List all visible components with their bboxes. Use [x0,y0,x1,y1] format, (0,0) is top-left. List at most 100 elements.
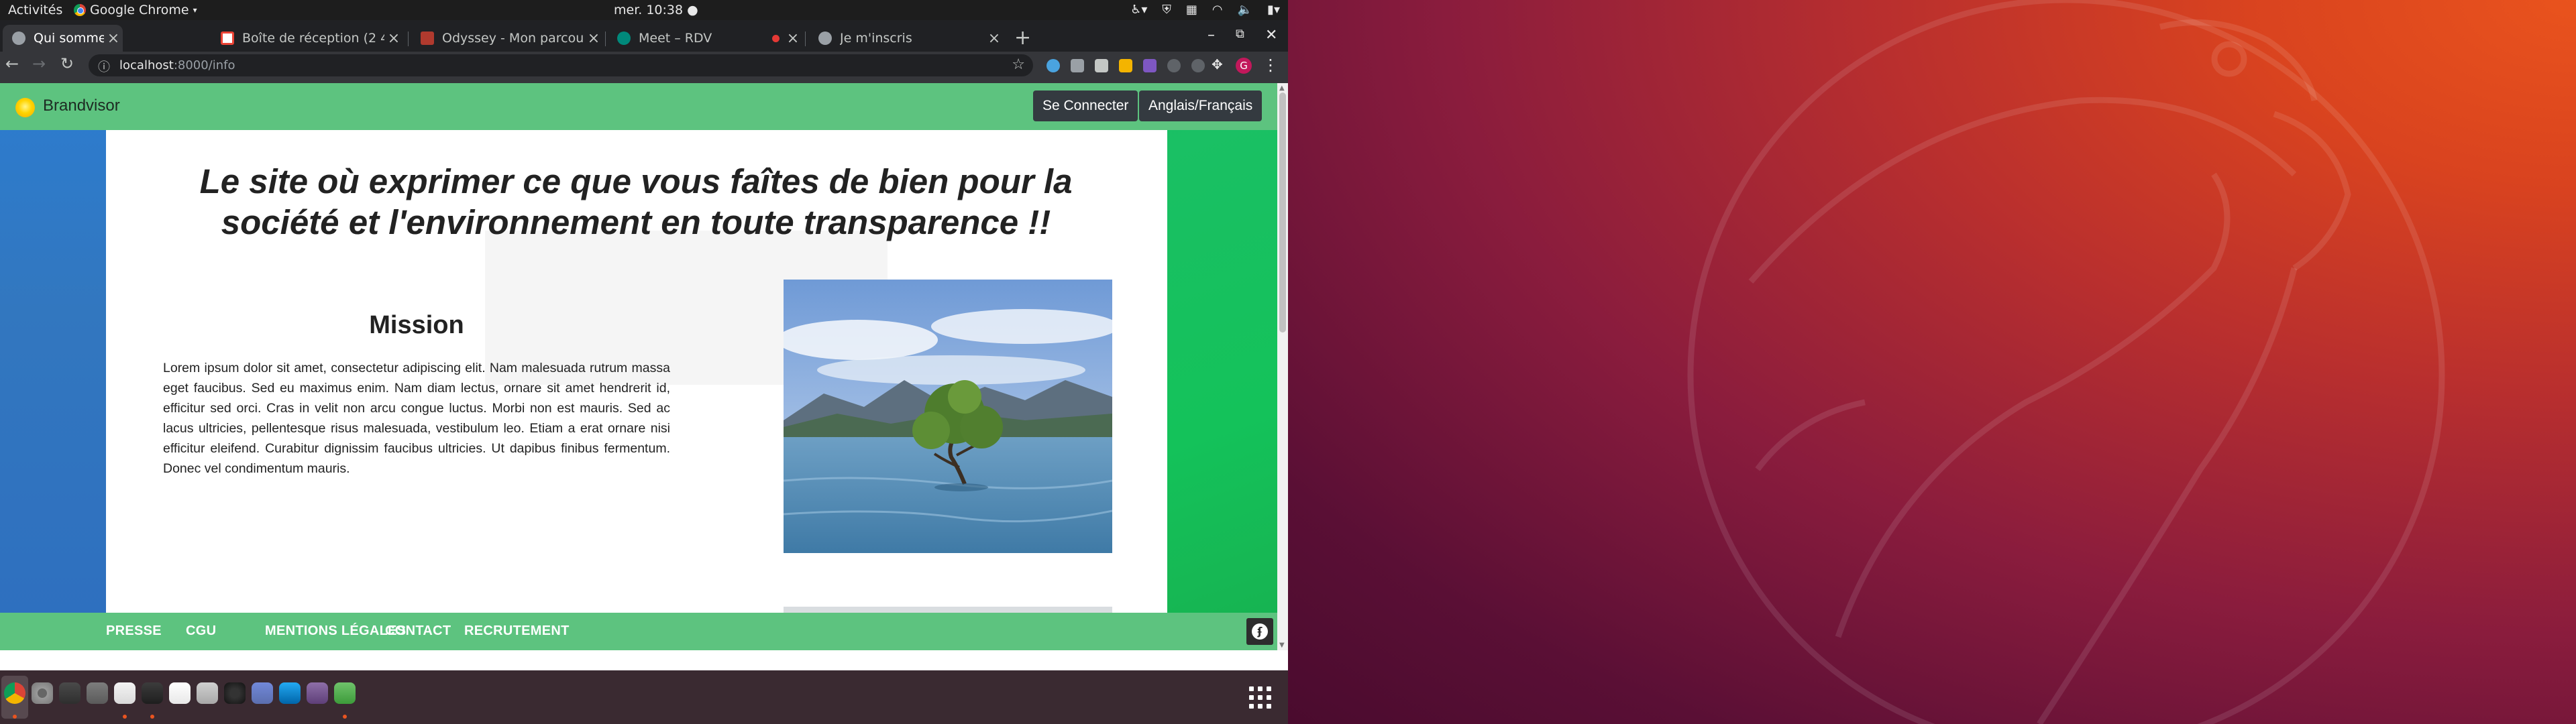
tab-meet[interactable]: Meet – RDV × [608,25,802,52]
app-menu-label: Google Chrome [90,3,189,17]
grid-dot [1249,686,1254,691]
forward-icon[interactable]: → [32,54,46,73]
scroll-down-icon[interactable]: ▼ [1279,642,1285,649]
dock-item[interactable] [304,676,331,719]
footer-link-recrutement[interactable]: RECRUTEMENT [464,623,570,639]
lake-tree-photo [784,280,1112,553]
spreadsheet-icon [334,682,356,704]
scrollbar-thumb[interactable] [1279,93,1286,333]
screenshot-icon [197,682,218,704]
tab-separator [805,32,806,46]
tab-inscription[interactable]: Je m'inscris × [809,25,1004,52]
extension-icon[interactable] [1191,59,1205,72]
paint-icon [224,682,246,704]
grid-icon[interactable]: ▦ [1186,3,1197,17]
tab-qui-sommes-nous[interactable]: Qui sommes-nous? × [3,25,123,52]
dock-item[interactable] [29,676,56,719]
profile-avatar[interactable]: G [1236,58,1252,74]
extension-icon[interactable] [1167,59,1181,72]
vscode-icon [279,682,301,704]
minimize-icon[interactable]: – [1208,27,1215,44]
back-icon[interactable]: ← [5,54,19,73]
calculator-icon [59,682,80,704]
clock[interactable]: mer. 10:38 ● [614,3,698,17]
dock-item[interactable] [194,676,221,719]
chevron-down-icon: ▾ [193,5,197,15]
running-indicator [343,715,347,719]
chrome-icon [74,4,86,16]
desktop-wallpaper [1288,0,2576,724]
shield-icon[interactable]: ⛨ [1162,3,1171,17]
dock-item[interactable] [139,676,166,719]
ubuntu-mascot-outline [1687,0,2445,724]
info-icon[interactable]: ⓘ [98,58,110,75]
close-tab-icon[interactable]: × [584,30,603,47]
symfony-toolbar-icon[interactable]: ʄ [1246,618,1273,645]
tab-odyssey[interactable]: Odyssey - Mon parcours × [411,25,603,52]
show-applications-icon[interactable] [1246,684,1273,711]
close-tab-icon[interactable]: × [784,30,802,47]
scroll-up-icon[interactable]: ▲ [1279,84,1285,92]
volume-icon[interactable]: 🔈 [1238,3,1252,17]
files-icon [87,682,108,704]
bookmark-star-icon[interactable]: ☆ [1012,56,1025,73]
dock-item[interactable] [249,676,276,719]
grid-dot [1267,704,1271,709]
tab-inbox[interactable]: Boîte de réception (2 484) × [211,25,403,52]
accessibility-icon[interactable]: ♿▾ [1130,3,1147,17]
menu-kebab-icon[interactable]: ⋮ [1263,56,1279,74]
grid-dot [1249,695,1254,700]
address-bar[interactable]: ⓘ localhost:8000/info ☆ [89,54,1033,76]
discord-icon [252,682,273,704]
battery-icon[interactable]: ▮▾ [1267,3,1280,17]
site-footer: PRESSE CGU MENTIONS LÉGALES CONTACT RECR… [0,613,1277,650]
meet-icon [617,32,631,45]
app-menu[interactable]: Google Chrome ▾ [74,3,197,17]
terminal-icon [142,682,163,704]
dock-item[interactable] [331,676,358,719]
browser-toolbar: ← → ↻ ⓘ localhost:8000/info ☆ ✥ G ⋮ [0,52,1288,78]
new-tab-button[interactable]: + [1014,26,1031,50]
footer-link-cgu[interactable]: CGU [186,623,216,639]
close-tab-icon[interactable]: × [384,30,403,47]
footer-link-presse[interactable]: PRESSE [106,623,162,639]
running-indicator [13,715,17,719]
wifi-icon[interactable]: ◠ [1212,3,1223,17]
sun-logo-icon[interactable] [15,98,35,117]
grid-dot [1267,686,1271,691]
puzzle-icon[interactable]: ✥ [1212,56,1225,72]
grid-dot [1258,686,1263,691]
language-button[interactable]: Anglais/Français [1139,90,1263,121]
dock-item[interactable] [1,676,28,719]
extension-icon[interactable] [1071,59,1084,72]
footer-link-contact[interactable]: CONTACT [385,623,451,639]
dock-item[interactable] [221,676,248,719]
text-editor-icon [114,682,136,704]
restore-icon[interactable]: ⧉ [1236,27,1244,41]
grid-dot [1267,695,1271,700]
dock-item[interactable] [276,676,303,719]
extension-icon[interactable] [1119,59,1132,72]
dock-item[interactable] [56,676,83,719]
ubuntu-dock [0,670,1288,724]
close-window-icon[interactable]: ✕ [1265,27,1277,44]
dock-item[interactable] [84,676,111,719]
activities-button[interactable]: Activités [8,3,62,17]
site-navbar: Brandvisor Se Connecter Anglais/Français [0,83,1277,130]
page-viewport: Brandvisor Se Connecter Anglais/Français… [0,83,1277,650]
dock-item[interactable] [166,676,193,719]
close-tab-icon[interactable]: × [104,30,123,47]
extension-icon[interactable] [1046,59,1060,72]
main-content: Le site où exprimer ce que vous faîtes d… [106,130,1167,650]
brand-name[interactable]: Brandvisor [43,97,120,115]
login-button[interactable]: Se Connecter [1033,90,1138,121]
page-scrollbar[interactable]: ▲ ▼ [1277,83,1288,650]
extension-icon[interactable] [1095,59,1108,72]
gmail-icon [221,32,234,45]
dock-item[interactable] [111,676,138,719]
url-text[interactable]: localhost:8000/info [119,58,235,72]
close-tab-icon[interactable]: × [985,30,1004,47]
reload-icon[interactable]: ↻ [60,54,74,73]
system-tray[interactable]: ♿▾ ⛨ ▦ ◠ 🔈 ▮▾ [1130,3,1280,17]
extension-icon[interactable] [1143,59,1157,72]
